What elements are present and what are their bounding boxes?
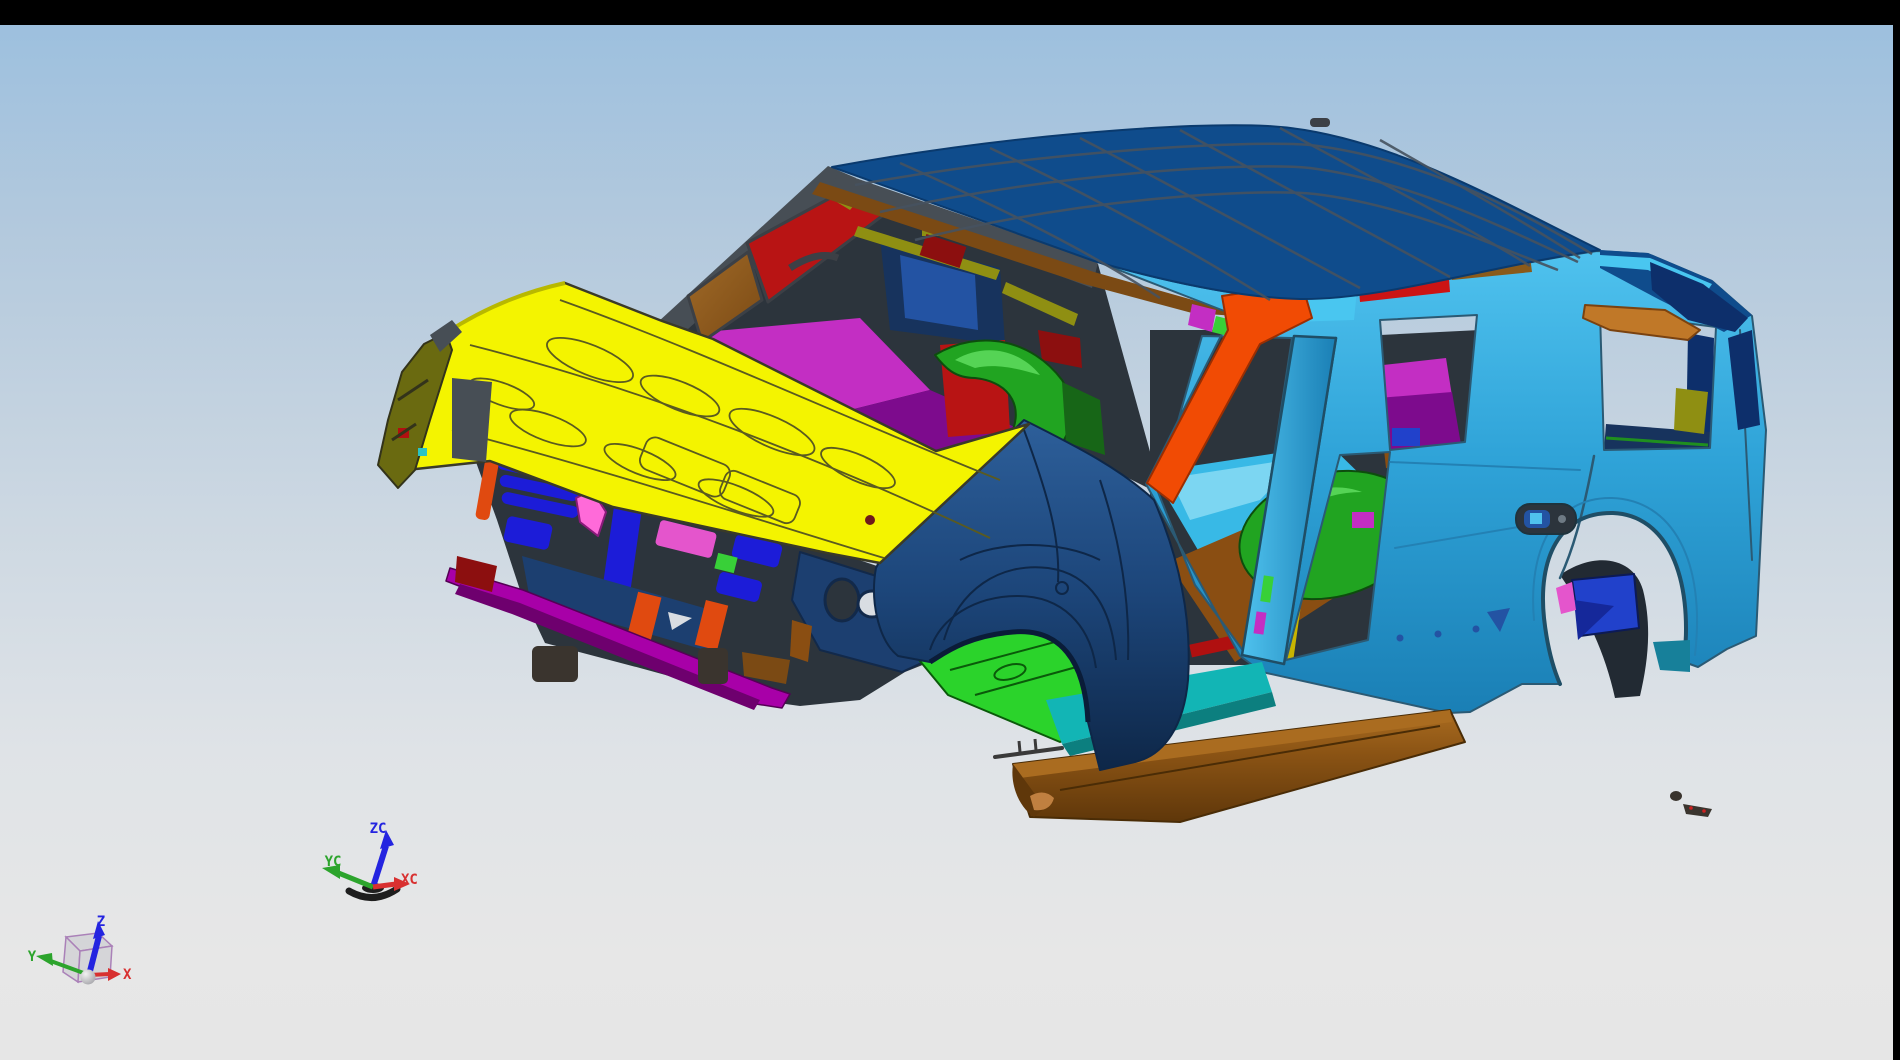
view-x-label: X <box>123 967 132 983</box>
loose-part-bar[interactable] <box>1683 804 1712 817</box>
right-black-bar <box>1893 0 1900 1060</box>
rear-blue-chip <box>1392 428 1420 446</box>
sill-rod-pin-1 <box>1019 741 1020 752</box>
graphics-viewport[interactable]: ZC YC XC Z Y X <box>0 25 1893 1060</box>
model-canvas[interactable]: ZC YC XC Z Y X <box>0 25 1893 1060</box>
sill-rod-pin-2 <box>1035 739 1036 750</box>
hood-latch-dot <box>865 515 875 525</box>
loose-part-dot[interactable] <box>1670 791 1682 801</box>
body-bolt <box>1473 626 1480 633</box>
car-body-model[interactable] <box>378 118 1766 822</box>
loose-part-red-dot <box>1689 806 1693 810</box>
cad-application-window: ZC YC XC Z Y X <box>0 0 1900 1060</box>
cowl-side-metal <box>452 378 492 462</box>
view-origin-sphere[interactable] <box>81 970 96 985</box>
wcs-x-axis[interactable] <box>373 884 396 887</box>
rear-wheelhouse[interactable] <box>1556 560 1648 698</box>
interior-magenta-chip <box>1352 512 1374 528</box>
loose-parts[interactable] <box>1670 791 1712 817</box>
body-bolt <box>1435 631 1442 638</box>
wcs-x-label[interactable]: XC <box>401 872 418 888</box>
wcs-z-axis[interactable] <box>373 846 386 887</box>
wcs-triad[interactable]: ZC YC XC <box>322 821 418 898</box>
view-x-arrowhead <box>108 968 121 981</box>
left-fender-teal-chip <box>418 448 427 456</box>
wcs-y-label[interactable]: YC <box>325 854 342 870</box>
headlamp-hole-1 <box>825 579 859 621</box>
wcs-z-label[interactable]: ZC <box>370 821 387 837</box>
view-y-label: Y <box>28 949 37 965</box>
view-z-label: Z <box>97 914 105 930</box>
loose-part-red-dot <box>1702 809 1706 813</box>
quarter-window-olive-bracket[interactable] <box>1674 388 1708 434</box>
rear-door-handle[interactable] <box>1516 504 1576 534</box>
wcs-y-axis[interactable] <box>336 872 373 887</box>
view-triad[interactable]: Z Y X <box>28 914 132 985</box>
lower-hanger <box>698 648 728 684</box>
top-black-bar <box>0 0 1900 25</box>
rear-lower-teal-wedge <box>1653 640 1690 672</box>
tow-hook[interactable] <box>532 646 578 682</box>
sill-rod <box>995 748 1062 757</box>
body-bolt <box>1397 635 1404 642</box>
view-y-arrowhead <box>36 953 53 966</box>
roof-antenna-mount <box>1310 118 1330 127</box>
